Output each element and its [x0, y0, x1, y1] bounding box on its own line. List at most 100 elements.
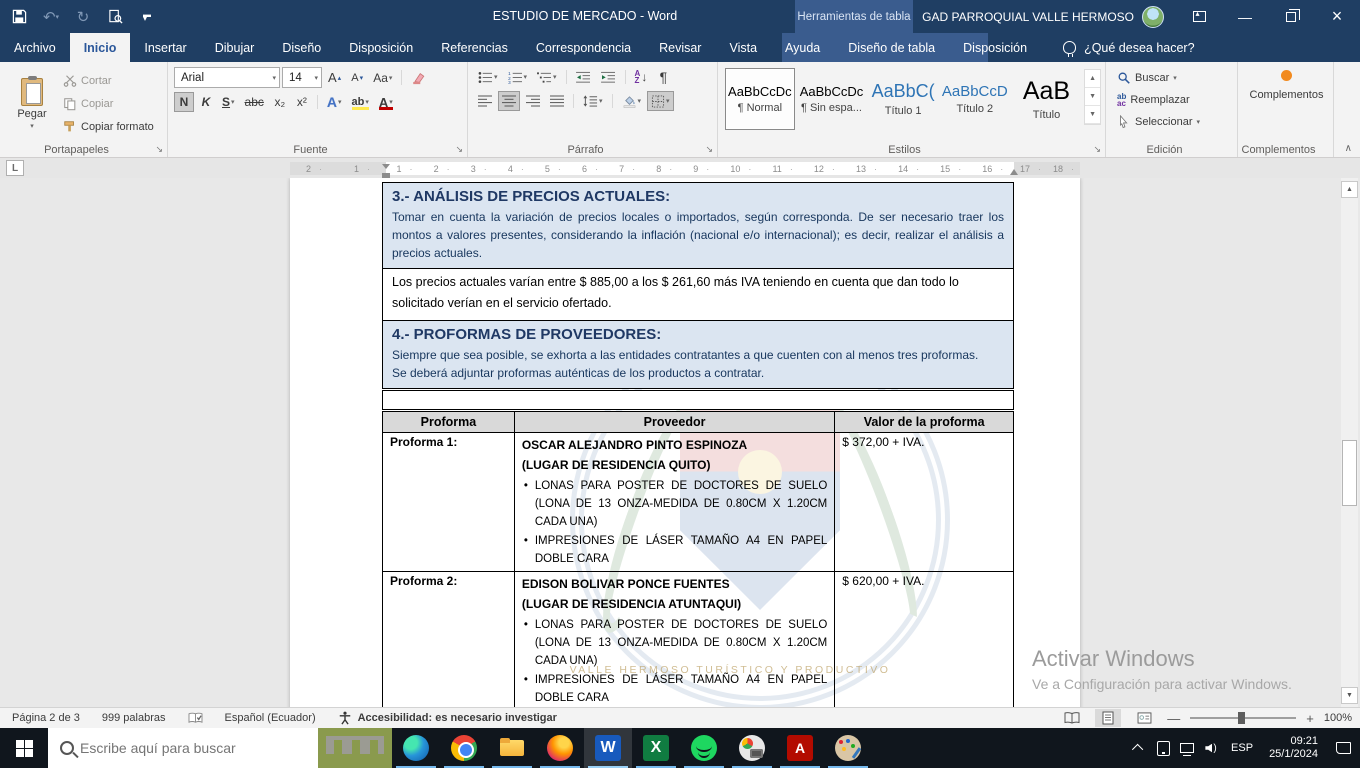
scrollbar-thumb[interactable]: [1342, 440, 1357, 506]
taskbar-edge[interactable]: [392, 728, 440, 768]
bullets-button[interactable]: ▾: [474, 67, 502, 87]
taskbar-acrobat[interactable]: A: [776, 728, 824, 768]
scroll-up-icon[interactable]: ▲: [1341, 181, 1358, 198]
cut-button[interactable]: Cortar: [58, 71, 159, 91]
bold-button[interactable]: N: [174, 92, 194, 112]
action-center-button[interactable]: [1326, 728, 1360, 768]
justify-button[interactable]: [546, 91, 568, 111]
align-right-button[interactable]: [522, 91, 544, 111]
style-normal[interactable]: AaBbCcDc ¶ Normal: [725, 68, 795, 130]
empty-paragraph-row[interactable]: [382, 390, 1014, 410]
align-center-button[interactable]: [498, 91, 520, 111]
tab-disposicion[interactable]: Disposición: [335, 33, 427, 62]
styles-dialog-launcher-icon[interactable]: ↘: [1093, 144, 1101, 155]
clipboard-dialog-launcher-icon[interactable]: ↘: [155, 144, 163, 155]
tab-ayuda[interactable]: Ayuda: [771, 33, 834, 62]
style-heading2[interactable]: AaBbCcD Título 2: [940, 68, 1010, 130]
find-button[interactable]: Buscar ▾: [1112, 68, 1233, 88]
print-layout-icon[interactable]: [1095, 709, 1122, 727]
styles-scroll-down-icon[interactable]: ▼: [1085, 88, 1100, 106]
select-button[interactable]: Seleccionar ▾: [1112, 112, 1233, 132]
touch-keyboard-icon[interactable]: [1151, 728, 1175, 768]
print-preview-icon[interactable]: [106, 8, 124, 26]
paragraph-dialog-launcher-icon[interactable]: ↘: [705, 144, 713, 155]
start-button[interactable]: [0, 728, 48, 768]
prices-note-box[interactable]: Los precios actuales varían entre $ 885,…: [382, 268, 1014, 321]
format-painter-button[interactable]: Copiar formato: [58, 117, 159, 137]
tray-chevron-icon[interactable]: [1127, 728, 1151, 768]
search-highlight-image[interactable]: [318, 728, 392, 768]
shading-button[interactable]: ▾: [618, 91, 646, 111]
tab-archivo[interactable]: Archivo: [0, 33, 70, 62]
minimize-button[interactable]: —: [1222, 0, 1268, 33]
font-name-combo[interactable]: Arial ▾: [174, 67, 280, 88]
taskbar-screen-recorder[interactable]: [728, 728, 776, 768]
tab-revisar[interactable]: Revisar: [645, 33, 715, 62]
show-paragraph-marks-button[interactable]: ¶: [653, 67, 673, 87]
customize-qat-icon[interactable]: ▬ ▾: [138, 8, 156, 26]
tab-vista[interactable]: Vista: [715, 33, 771, 62]
zoom-out-button[interactable]: —: [1167, 711, 1180, 726]
taskbar-excel[interactable]: X: [632, 728, 680, 768]
addins-button[interactable]: Complementos: [1250, 70, 1323, 101]
taskbar-paint[interactable]: [824, 728, 872, 768]
change-case-button[interactable]: Aa ▾: [369, 68, 396, 88]
italic-button[interactable]: K: [196, 92, 216, 112]
tell-me-box[interactable]: ¿Qué desea hacer?: [1049, 33, 1209, 62]
search-input[interactable]: [80, 740, 310, 756]
tab-correspondencia[interactable]: Correspondencia: [522, 33, 645, 62]
restore-button[interactable]: [1268, 0, 1314, 33]
scroll-down-icon[interactable]: ▼: [1341, 687, 1358, 704]
tab-dibujar[interactable]: Dibujar: [201, 33, 269, 62]
table-row[interactable]: Proforma 1: OSCAR ALEJANDRO PINTO ESPINO…: [382, 432, 1014, 572]
zoom-level[interactable]: 100%: [1324, 712, 1352, 724]
replace-button[interactable]: ab ac Reemplazar: [1112, 90, 1233, 110]
font-dialog-launcher-icon[interactable]: ↘: [455, 144, 463, 155]
decrease-indent-button[interactable]: [572, 67, 595, 87]
account-info[interactable]: GAD PARROQUIAL VALLE HERMOSO: [922, 0, 1164, 33]
styles-scroll-up-icon[interactable]: ▲: [1085, 70, 1100, 88]
font-size-combo[interactable]: 14 ▾: [282, 67, 322, 88]
accessibility-status[interactable]: Accesibilidad: es necesario investigar: [338, 711, 557, 725]
indent-marker-right[interactable]: [1010, 165, 1018, 175]
style-heading1[interactable]: AaBbC( Título 1: [868, 68, 938, 130]
strikethrough-button[interactable]: abc: [241, 92, 268, 112]
horizontal-ruler[interactable]: 21 12345678910111213141516 1718: [290, 162, 1080, 179]
subscript-button[interactable]: x₂: [270, 92, 290, 112]
close-button[interactable]: ×: [1314, 0, 1360, 33]
collapse-ribbon-icon[interactable]: ∧: [1345, 143, 1352, 154]
page-indicator[interactable]: Página 2 de 3: [12, 712, 80, 724]
ribbon-display-options-button[interactable]: [1176, 0, 1222, 33]
increase-indent-button[interactable]: [597, 67, 620, 87]
zoom-slider[interactable]: [1190, 712, 1297, 724]
grow-font-button[interactable]: A ▴: [324, 68, 345, 88]
account-avatar[interactable]: [1142, 5, 1164, 28]
paste-button[interactable]: Pegar ▾: [6, 67, 58, 141]
section4-box[interactable]: 4.- PROFORMAS DE PROVEEDORES: Siempre qu…: [382, 320, 1014, 389]
superscript-button[interactable]: x²: [292, 92, 312, 112]
proformas-table[interactable]: Proforma Proveedor Valor de la proforma …: [382, 411, 1014, 707]
undo-icon[interactable]: ↶ ▾: [42, 8, 60, 26]
taskbar-file-explorer[interactable]: [488, 728, 536, 768]
language-indicator[interactable]: Español (Ecuador): [225, 712, 316, 724]
zoom-in-button[interactable]: +: [1306, 711, 1314, 726]
table-row[interactable]: Proforma 2: EDISON BOLIVAR PONCE FUENTES…: [382, 571, 1014, 707]
word-count[interactable]: 999 palabras: [102, 712, 166, 724]
proofing-icon[interactable]: [188, 712, 203, 725]
web-layout-icon[interactable]: [1131, 709, 1157, 727]
highlight-button[interactable]: ab ▾: [348, 92, 373, 112]
font-color-button[interactable]: A ▾: [375, 92, 397, 112]
tab-diseno-de-tabla[interactable]: Diseño de tabla: [834, 33, 949, 62]
style-title[interactable]: AaB Título: [1012, 68, 1082, 130]
document-page[interactable]: VALLE HERMOSO TURÍSTICO Y PRODUCTIVO 3.-…: [290, 178, 1080, 707]
taskbar-search[interactable]: [48, 728, 392, 768]
tab-stop-selector[interactable]: L: [6, 160, 24, 176]
line-spacing-button[interactable]: ▾: [579, 91, 607, 111]
taskbar-firefox[interactable]: [536, 728, 584, 768]
text-effects-button[interactable]: A ▾: [323, 92, 346, 112]
numbering-button[interactable]: 123 ▾: [504, 67, 532, 87]
vertical-scrollbar[interactable]: ▲ ▼: [1341, 178, 1358, 707]
read-mode-icon[interactable]: [1059, 709, 1085, 727]
save-icon[interactable]: [10, 8, 28, 26]
tab-inicio[interactable]: Inicio: [69, 33, 131, 62]
